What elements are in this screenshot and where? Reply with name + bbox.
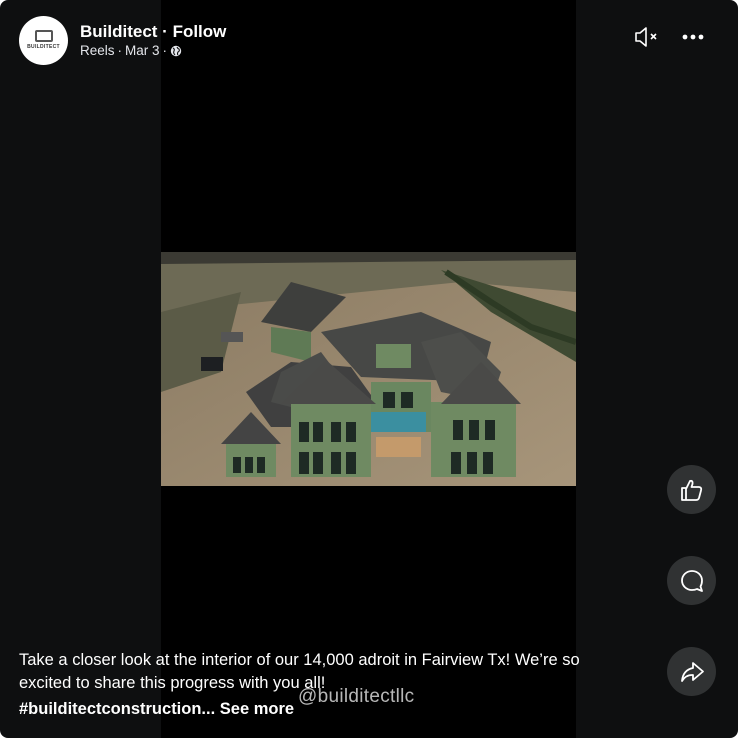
thumbs-up-icon <box>680 479 702 501</box>
share-button[interactable] <box>667 647 716 696</box>
comment-bubble-icon <box>680 569 703 592</box>
globe-icon[interactable] <box>170 45 182 57</box>
like-button[interactable] <box>667 465 716 514</box>
title-line: Builditect · Follow <box>80 21 226 42</box>
post-date[interactable]: Mar 3 <box>125 42 160 60</box>
post-caption: Take a closer look at the interior of ou… <box>19 649 629 721</box>
video-frame[interactable] <box>161 252 576 486</box>
avatar-wordmark: BUILDITECT <box>27 44 60 50</box>
post-source[interactable]: Reels <box>80 42 115 60</box>
subline-separator: · <box>117 42 123 58</box>
construction-aerial-image <box>161 252 576 486</box>
more-options-button[interactable] <box>678 22 708 52</box>
avatar[interactable]: BUILDITECT <box>19 15 68 65</box>
mute-button[interactable] <box>632 22 662 52</box>
logo-mark-icon <box>34 30 53 42</box>
share-arrow-icon <box>680 661 704 682</box>
action-rail <box>667 465 716 738</box>
top-controls <box>632 22 708 52</box>
follow-button[interactable]: Follow <box>173 22 227 41</box>
comment-button[interactable] <box>667 556 716 605</box>
title-separator: · <box>157 21 173 41</box>
hashtag-link[interactable]: #builditectconstruction... <box>19 700 215 718</box>
subline-separator-2: · <box>162 42 168 58</box>
reel-post: BUILDITECT Builditect · Follow Reels · M… <box>0 0 738 738</box>
more-options-icon <box>682 34 704 40</box>
video-watermark: @builditectllc <box>298 686 415 707</box>
author-name[interactable]: Builditect <box>80 22 157 41</box>
see-more-button[interactable]: See more <box>220 700 294 718</box>
speaker-muted-icon <box>635 27 657 47</box>
post-header: BUILDITECT Builditect · Follow Reels · M… <box>19 15 226 65</box>
post-subline: Reels · Mar 3 · <box>80 42 226 60</box>
post-meta: Builditect · Follow Reels · Mar 3 · <box>80 21 226 60</box>
